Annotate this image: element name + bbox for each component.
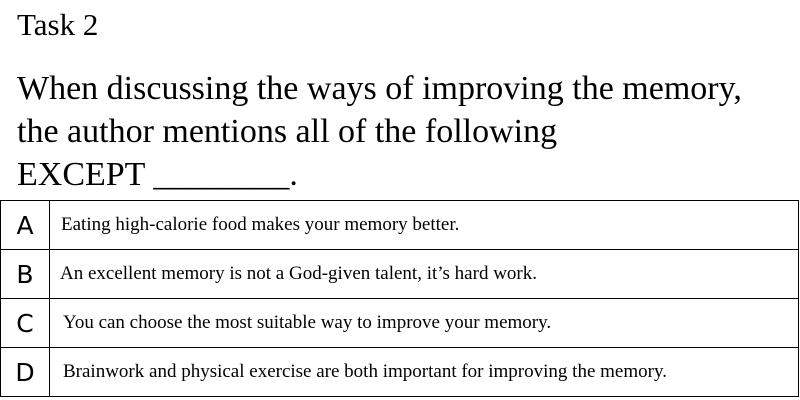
task-title: Task 2 (17, 7, 99, 42)
question-line-3: EXCEPT ________. (17, 156, 298, 193)
option-text-c: You can choose the most suitable way to … (49, 298, 799, 348)
question-line-1: When discussing the ways of improving th… (17, 70, 742, 107)
option-text-d: Brainwork and physical exercise are both… (49, 347, 799, 397)
option-text-a: Eating high-calorie food makes your memo… (49, 200, 799, 250)
option-row-a[interactable]: A Eating high-calorie food makes your me… (0, 200, 799, 250)
question-line-2: the author mentions all of the following (17, 113, 558, 150)
option-letter-a: A (0, 200, 50, 250)
option-letter-d: D (0, 347, 50, 397)
question-text: When discussing the ways of improving th… (17, 67, 742, 196)
option-text-b: An excellent memory is not a God-given t… (49, 249, 799, 299)
option-row-b[interactable]: B An excellent memory is not a God-given… (0, 249, 799, 299)
option-letter-c: C (0, 298, 50, 348)
option-row-c[interactable]: C You can choose the most suitable way t… (0, 298, 799, 348)
answer-options-table: A Eating high-calorie food makes your me… (0, 200, 799, 397)
option-row-d[interactable]: D Brainwork and physical exercise are bo… (0, 347, 799, 397)
option-letter-b: B (0, 249, 50, 299)
